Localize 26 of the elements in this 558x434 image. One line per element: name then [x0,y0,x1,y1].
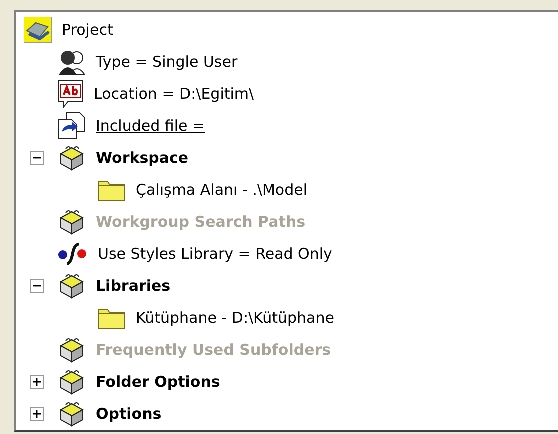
collapse-toggle[interactable] [30,151,44,165]
tree-item[interactable]: Folder Options [96,373,220,391]
tree-item[interactable]: Use Styles Library = Read Only [98,245,332,263]
styles-icon [58,243,88,265]
tree-item[interactable]: Libraries [96,277,171,295]
expand-toggle[interactable] [30,407,44,421]
package-icon [58,368,86,396]
tree-item[interactable]: Included file = [96,117,206,135]
tree-item[interactable]: Options [96,405,162,423]
text-icon [58,80,84,108]
package-icon [58,208,86,236]
tree-item[interactable]: Location = D:\Egitim\ [94,85,254,103]
tree-item[interactable]: Kütüphane - D:\Kütüphane [136,309,334,327]
package-icon [58,144,86,172]
package-icon [58,272,86,300]
tree-item[interactable]: Çalışma Alanı - .\Model [136,181,308,199]
expand-toggle[interactable] [30,375,44,389]
collapse-toggle[interactable] [30,279,44,293]
package-icon [58,336,86,364]
tree-item[interactable]: Project [62,21,114,39]
package-icon [58,400,86,428]
tree-item[interactable]: Type = Single User [96,53,238,71]
tree-item[interactable]: Workspace [96,149,189,167]
project-icon [24,17,52,43]
documents-arrow-icon [58,112,86,140]
people-icon [58,48,86,76]
